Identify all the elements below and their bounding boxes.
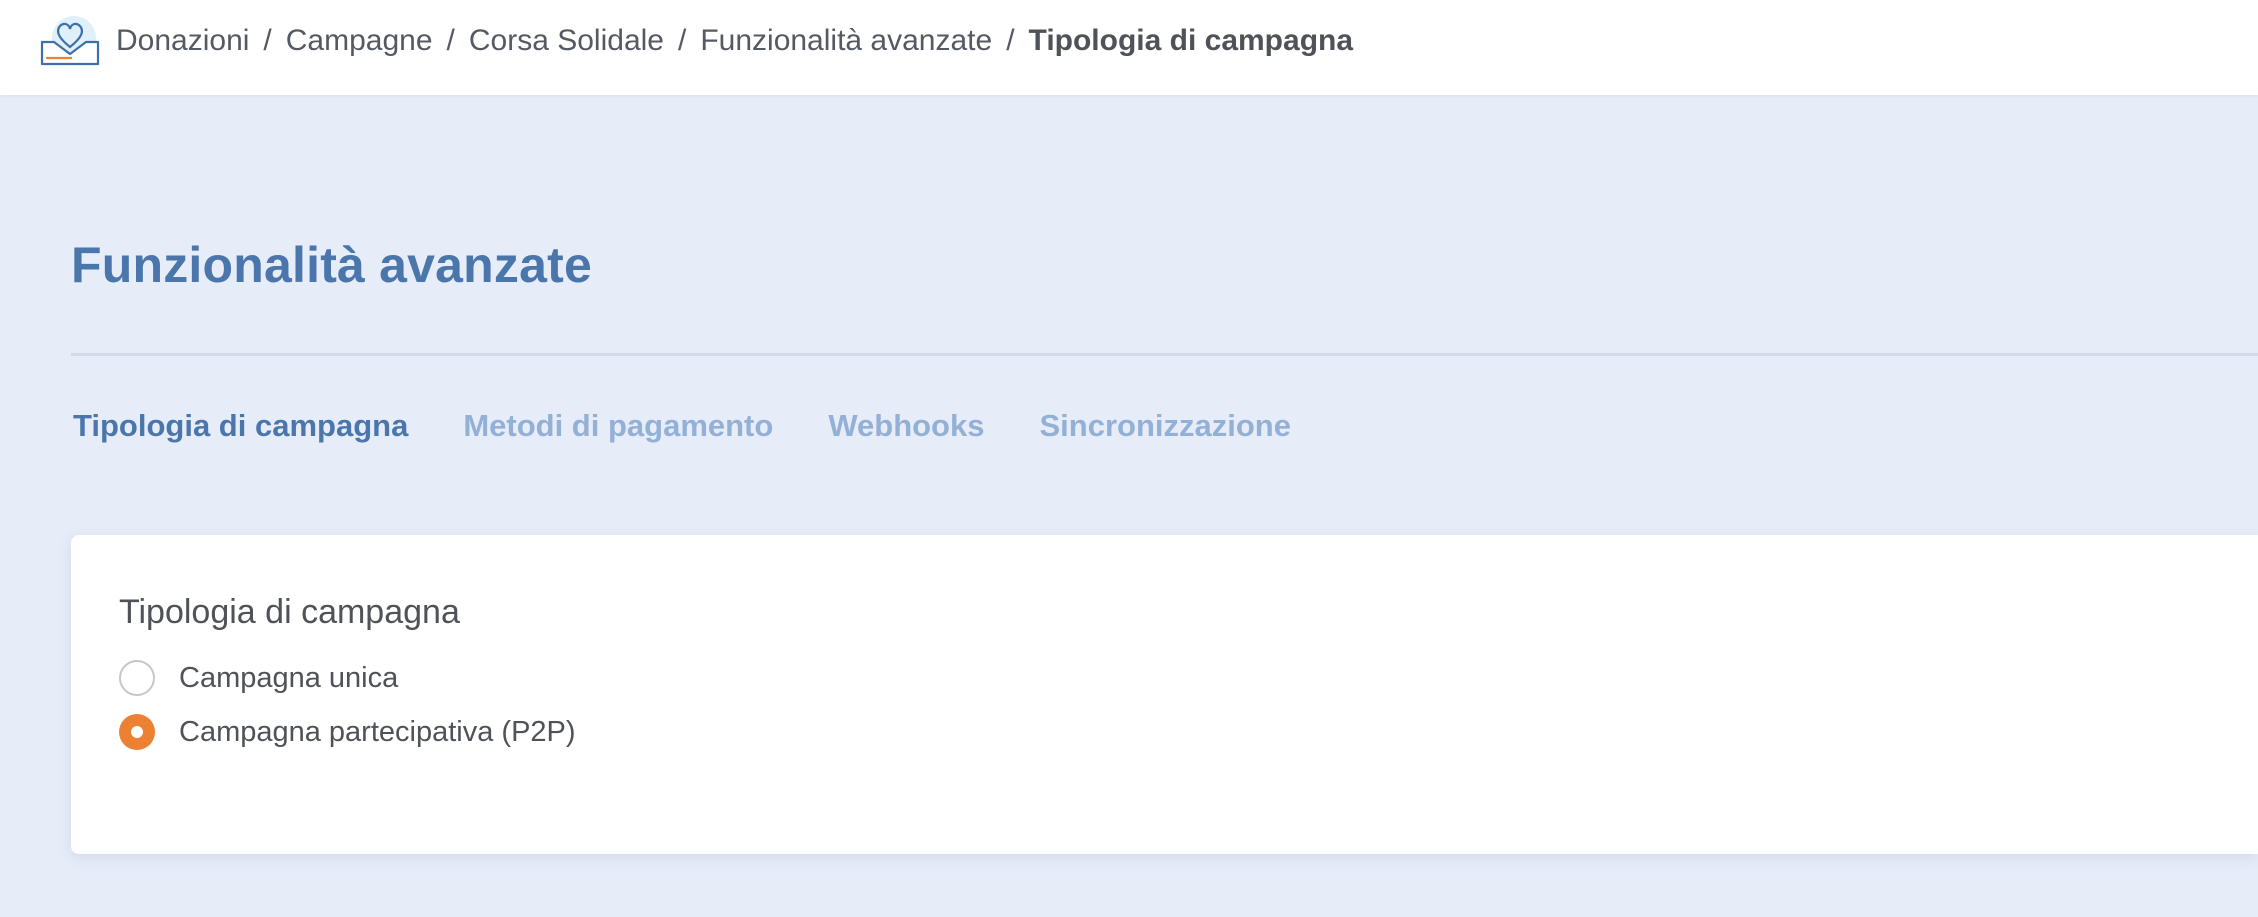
tab-webhooks[interactable]: Webhooks (828, 408, 984, 444)
breadcrumb-item-funzionalita-avanzate[interactable]: Funzionalità avanzate (700, 24, 992, 58)
campaign-type-card: Tipologia di campagna Campagna unica Cam… (71, 535, 2258, 854)
breadcrumb-item-campagne[interactable]: Campagne (286, 24, 433, 58)
breadcrumb-current: Tipologia di campagna (1028, 24, 1354, 57)
breadcrumb-item-corsa-solidale[interactable]: Corsa Solidale (469, 24, 664, 58)
breadcrumb-item-donazioni[interactable]: Donazioni (116, 24, 249, 58)
tab-sincronizzazione[interactable]: Sincronizzazione (1039, 408, 1290, 444)
breadcrumb-separator: / (446, 24, 455, 57)
tab-metodi-di-pagamento[interactable]: Metodi di pagamento (463, 408, 773, 444)
logo-icon[interactable] (36, 14, 110, 70)
title-divider (71, 353, 2258, 356)
radio-button-checked[interactable] (119, 714, 155, 750)
radio-label-campagna-partecipativa: Campagna partecipativa (P2P) (179, 715, 576, 748)
campaign-type-title: Tipologia di campagna (119, 593, 460, 631)
radio-button-unchecked[interactable] (119, 660, 155, 696)
radio-option-campagna-unica[interactable]: Campagna unica (119, 660, 398, 696)
breadcrumb-separator: / (1006, 24, 1015, 57)
radio-option-campagna-partecipativa[interactable]: Campagna partecipativa (P2P) (119, 714, 576, 750)
top-bar: Donazioni / Campagne / Corsa Solidale / … (0, 0, 2258, 95)
tab-tipologia-di-campagna[interactable]: Tipologia di campagna (73, 408, 408, 444)
radio-label-campagna-unica: Campagna unica (179, 661, 399, 694)
breadcrumb: Donazioni / Campagne / Corsa Solidale / … (116, 0, 1353, 82)
page-title: Funzionalità avanzate (71, 237, 592, 293)
breadcrumb-separator: / (677, 24, 687, 57)
settings-tabs: Tipologia di campagna Metodi di pagament… (73, 408, 1346, 444)
breadcrumb-separator: / (263, 24, 272, 57)
